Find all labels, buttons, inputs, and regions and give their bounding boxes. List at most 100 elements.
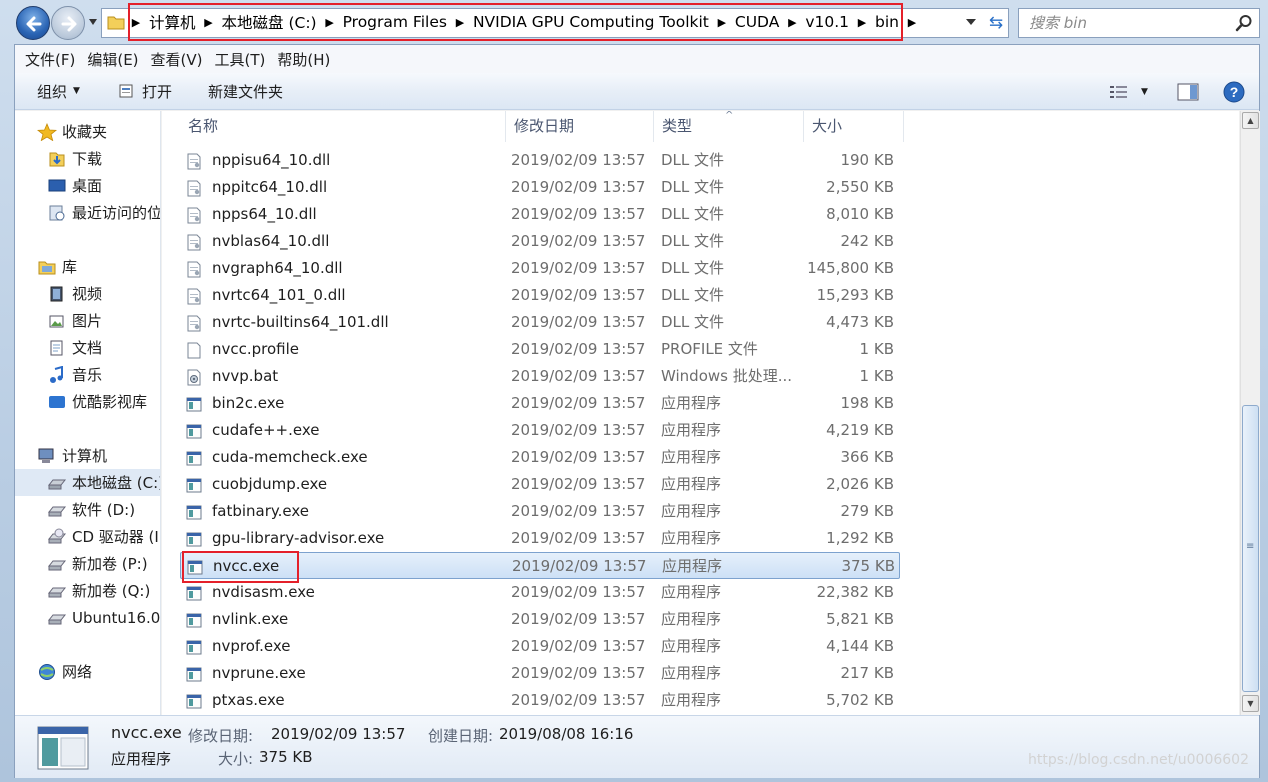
- drive-icon: [47, 560, 67, 570]
- organize-button[interactable]: 组织 ▼: [15, 73, 92, 110]
- nav-label: 优酷影视库: [72, 393, 148, 411]
- file-type: 应用程序: [661, 664, 722, 682]
- nav-youku-library[interactable]: 优酷影视库: [15, 388, 160, 415]
- system-drive-icon: [47, 479, 67, 489]
- nav-music[interactable]: 音乐: [15, 361, 160, 388]
- table-row[interactable]: fatbinary.exe 2019/02/09 13:57 应用程序 279 KB: [180, 498, 900, 525]
- nav-favorites[interactable]: 收藏夹: [15, 118, 160, 145]
- menu-file[interactable]: 文件(F): [21, 49, 83, 70]
- file-size: 190 KB: [840, 151, 894, 169]
- nav-videos[interactable]: 视频: [15, 280, 160, 307]
- table-row[interactable]: npps64_10.dll 2019/02/09 13:57 DLL 文件 8,010…: [180, 201, 900, 228]
- table-row[interactable]: nvcc.profile 2019/02/09 13:57 PROFILE 文件 1 …: [180, 336, 900, 363]
- help-icon: ?: [1223, 81, 1245, 102]
- nav-label: 库: [62, 258, 78, 276]
- table-row[interactable]: nvlink.exe 2019/02/09 13:57 应用程序 5,821 KB: [180, 606, 900, 633]
- file-date: 2019/02/09 13:57: [511, 340, 646, 358]
- exe-file-icon: [186, 476, 202, 493]
- table-row[interactable]: nvblas64_10.dll 2019/02/09 13:57 DLL 文件 242…: [180, 228, 900, 255]
- desktop-icon: [48, 179, 66, 191]
- file-name: nvgraph64_10.dll: [212, 259, 343, 277]
- table-row[interactable]: gpu-library-advisor.exe 2019/02/09 13:57 应…: [180, 525, 900, 552]
- chevron-down-icon: ▼: [73, 86, 80, 96]
- documents-icon: [50, 340, 63, 355]
- open-button[interactable]: 打开: [92, 73, 184, 110]
- file-date: 2019/02/09 13:57: [511, 394, 646, 412]
- menu-edit[interactable]: 编辑(E): [83, 49, 146, 70]
- nav-label: 软件 (D:): [72, 501, 136, 519]
- table-row[interactable]: cudafe++.exe 2019/02/09 13:57 应用程序 4,219 KB: [180, 417, 900, 444]
- search-input[interactable]: [1027, 12, 1232, 34]
- details-size-value: 375 KB: [259, 748, 313, 766]
- table-row[interactable]: nvrtc-builtins64_101.dll 2019/02/09 13:57…: [180, 309, 900, 336]
- column-header-size[interactable]: 大小: [804, 111, 904, 142]
- nav-desktop[interactable]: 桌面: [15, 172, 160, 199]
- menu-view[interactable]: 查看(V): [147, 49, 211, 70]
- column-header-date[interactable]: 修改日期: [506, 111, 654, 142]
- nav-libraries[interactable]: 库: [15, 253, 160, 280]
- table-row[interactable]: nppisu64_10.dll 2019/02/09 13:57 DLL 文件 190…: [180, 147, 900, 174]
- chevron-right-icon[interactable]: ▶: [904, 16, 920, 29]
- file-type: DLL 文件: [661, 286, 725, 304]
- dll-file-icon: [186, 260, 202, 278]
- vertical-scrollbar[interactable]: ▲ ≡ ▼: [1240, 111, 1260, 715]
- nav-drive-q[interactable]: 新加卷 (Q:): [15, 577, 160, 604]
- nav-documents[interactable]: 文档: [15, 334, 160, 361]
- file-type: 应用程序: [661, 502, 722, 520]
- view-list-icon: [1110, 85, 1127, 98]
- table-row[interactable]: nvdisasm.exe 2019/02/09 13:57 应用程序 22,382 K…: [180, 579, 900, 606]
- file-type: DLL 文件: [661, 232, 725, 250]
- file-date: 2019/02/09 13:57: [511, 205, 646, 223]
- scrollbar-thumb[interactable]: ≡: [1242, 405, 1259, 692]
- table-row[interactable]: nvrtc64_101_0.dll 2019/02/09 13:57 DLL 文件 1…: [180, 282, 900, 309]
- nav-drive-p[interactable]: 新加卷 (P:): [15, 550, 160, 577]
- table-row[interactable]: nvprune.exe 2019/02/09 13:57 应用程序 217 KB: [180, 660, 900, 687]
- address-highlight-box: [128, 3, 903, 41]
- table-row[interactable]: ptxas.exe 2019/02/09 13:57 应用程序 5,702 KB: [180, 687, 900, 714]
- view-dropdown-chevron-icon[interactable]: ▼: [1141, 73, 1148, 110]
- new-folder-button[interactable]: 新建文件夹: [184, 73, 295, 110]
- nav-recent-places[interactable]: 最近访问的位: [15, 199, 160, 226]
- youku-icon: [49, 395, 65, 408]
- menu-help[interactable]: 帮助(H): [273, 49, 338, 70]
- address-dropdown-button[interactable]: [966, 18, 976, 26]
- nav-network[interactable]: 网络: [15, 658, 160, 685]
- back-button[interactable]: [16, 6, 50, 40]
- file-size: 279 KB: [840, 502, 894, 520]
- scroll-down-button[interactable]: ▼: [1242, 695, 1259, 712]
- table-row[interactable]: cuobjdump.exe 2019/02/09 13:57 应用程序 2,026 K…: [180, 471, 900, 498]
- nav-drive-ubuntu[interactable]: Ubuntu16.04: [15, 604, 160, 631]
- file-size: 242 KB: [840, 232, 894, 250]
- file-date: 2019/02/09 13:57: [511, 583, 646, 601]
- file-name: nvcc.profile: [212, 340, 300, 358]
- file-size: 145,800 KB: [807, 259, 894, 277]
- selected-file-highlight-box: [182, 551, 299, 583]
- help-button[interactable]: ?: [1223, 73, 1245, 110]
- table-row[interactable]: nppitc64_10.dll 2019/02/09 13:57 DLL 文件 2,5…: [180, 174, 900, 201]
- recent-pages-dropdown[interactable]: [88, 17, 98, 27]
- column-header-name[interactable]: 名称: [180, 111, 506, 142]
- table-row[interactable]: bin2c.exe 2019/02/09 13:57 应用程序 198 KB: [180, 390, 900, 417]
- table-row[interactable]: nvgraph64_10.dll 2019/02/09 13:57 DLL 文件 14…: [180, 255, 900, 282]
- nav-drive-d[interactable]: 软件 (D:): [15, 496, 160, 523]
- preview-pane-button[interactable]: [1177, 73, 1199, 110]
- table-row[interactable]: nvvp.bat 2019/02/09 13:57 Windows 批处理... 1 …: [180, 363, 900, 390]
- nav-computer[interactable]: 计算机: [15, 442, 160, 469]
- nav-downloads[interactable]: 下载: [15, 145, 160, 172]
- nav-pictures[interactable]: 图片: [15, 307, 160, 334]
- videos-icon: [50, 286, 63, 301]
- nav-cd-drive[interactable]: CD 驱动器 (I:: [15, 523, 160, 550]
- file-size: 366 KB: [840, 448, 894, 466]
- table-row[interactable]: nvprof.exe 2019/02/09 13:57 应用程序 4,144 KB: [180, 633, 900, 660]
- view-options-button[interactable]: [1109, 73, 1129, 110]
- menu-tools[interactable]: 工具(T): [211, 49, 274, 70]
- file-type: 应用程序: [661, 448, 722, 466]
- search-icon[interactable]: [1235, 14, 1253, 32]
- nav-drive-c[interactable]: 本地磁盘 (C:): [15, 469, 160, 496]
- table-row[interactable]: cuda-memcheck.exe 2019/02/09 13:57 应用程序 366…: [180, 444, 900, 471]
- file-date: 2019/02/09 13:57: [511, 529, 646, 547]
- refresh-button[interactable]: ⇆: [984, 11, 1008, 35]
- file-type: 应用程序: [661, 421, 722, 439]
- forward-button[interactable]: [51, 6, 85, 40]
- scroll-up-button[interactable]: ▲: [1242, 112, 1259, 129]
